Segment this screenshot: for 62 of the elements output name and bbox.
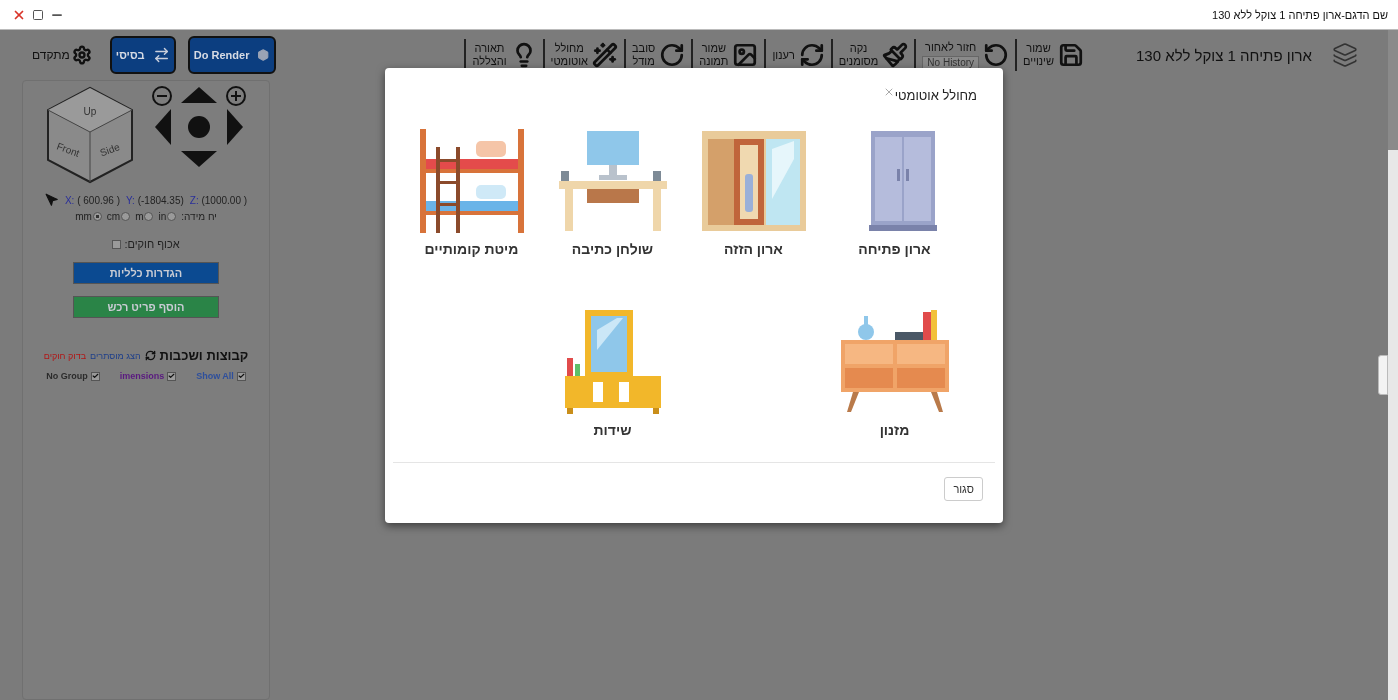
add-item-button[interactable]: הוסף פריט רכש — [73, 296, 219, 318]
unit-label: cm — [106, 211, 121, 222]
furniture-label[interactable]: שולחן כתיבה — [571, 241, 654, 257]
furniture-label[interactable]: ארון פתיחה — [858, 241, 931, 257]
refresh-icon[interactable] — [144, 350, 156, 361]
filter-label: Show All — [196, 371, 234, 381]
navigation-arrow-icon — [44, 193, 59, 207]
maximize-icon[interactable] — [32, 8, 44, 21]
rotate-icon — [659, 42, 686, 68]
flow-icon — [152, 45, 170, 65]
dialog-title: מחולל אוטומטי — [894, 88, 977, 103]
layers-title: קבוצות ושכבות — [159, 348, 249, 363]
unit-radio[interactable] — [92, 212, 102, 221]
model-name: ארון פתיחה 1 צוקל ללא 130 — [1136, 46, 1312, 64]
tool-label[interactable]: שמור תמונה — [699, 42, 729, 68]
save-icon — [1058, 42, 1084, 68]
brush-icon — [882, 42, 909, 68]
coordinate-value: X: ( 600.96 ) — [64, 194, 120, 206]
filter-checkbox[interactable] — [236, 371, 246, 381]
scrollbar-thumb[interactable] — [1388, 30, 1398, 150]
unit-radio[interactable] — [144, 212, 154, 221]
enforce-rules-checkbox[interactable] — [112, 239, 122, 249]
undo-icon — [983, 42, 1010, 68]
furniture-label[interactable]: שידות — [593, 421, 632, 438]
settings-icon — [71, 45, 92, 65]
tool-label[interactable]: נקה מסומנים — [838, 42, 879, 68]
tool-label[interactable]: מחולל אוטומטי — [550, 42, 588, 68]
unit-radio[interactable] — [121, 212, 131, 221]
tool-label[interactable]: תאורה והצללה — [472, 42, 507, 68]
window-title: שם הדגם-ארון פתיחה 1 צוקל ללא 130 — [1212, 8, 1388, 21]
filter-checkbox[interactable] — [167, 371, 177, 381]
magic-wand-icon — [591, 42, 618, 68]
units-label: יח מידה: — [181, 211, 217, 222]
render-button[interactable]: Do Render — [187, 36, 276, 74]
hexagon-icon — [257, 47, 270, 63]
image-icon — [732, 42, 759, 68]
layers-icon[interactable] — [1332, 42, 1358, 68]
layers-link[interactable]: הצג מוסתרים — [90, 350, 141, 361]
basic-mode-button[interactable]: בסיסי — [109, 36, 176, 74]
unit-radio[interactable] — [167, 212, 177, 221]
unit-label: mm — [75, 211, 92, 222]
furniture-label[interactable]: ארון הזזה — [724, 241, 783, 257]
navigation-pad-drawing[interactable] — [151, 85, 247, 169]
coordinate-value: Z: (1000.00 ) — [189, 194, 248, 206]
unit-label: in — [158, 211, 167, 222]
settings-button[interactable]: הגדרות כלליות — [73, 262, 219, 284]
coordinate-value: Y: (-1804.35) — [125, 194, 184, 206]
furniture-label[interactable]: מזנון — [879, 421, 910, 438]
enforce-rules-label: אכוף חוקים: — [124, 238, 180, 250]
filter-label: imensions — [119, 371, 165, 381]
tool-label[interactable]: סובב מודל — [631, 42, 656, 68]
refresh-icon — [798, 42, 825, 68]
view-cube-drawing[interactable]: Up Front Side — [45, 85, 135, 185]
tool-label[interactable]: חזור לאחור — [925, 41, 977, 54]
unit-label: m — [135, 211, 144, 222]
advanced-mode-button[interactable]: מתקדם — [26, 44, 98, 66]
tool-label[interactable]: שמור שינויים — [1023, 42, 1054, 68]
filter-checkbox[interactable] — [90, 371, 100, 381]
tool-label[interactable]: רענון — [772, 48, 795, 62]
furniture-label[interactable]: מיטת קומותיים — [424, 241, 519, 257]
filter-label: No Group — [46, 371, 88, 381]
close-dialog-button[interactable]: סגור — [944, 477, 983, 501]
